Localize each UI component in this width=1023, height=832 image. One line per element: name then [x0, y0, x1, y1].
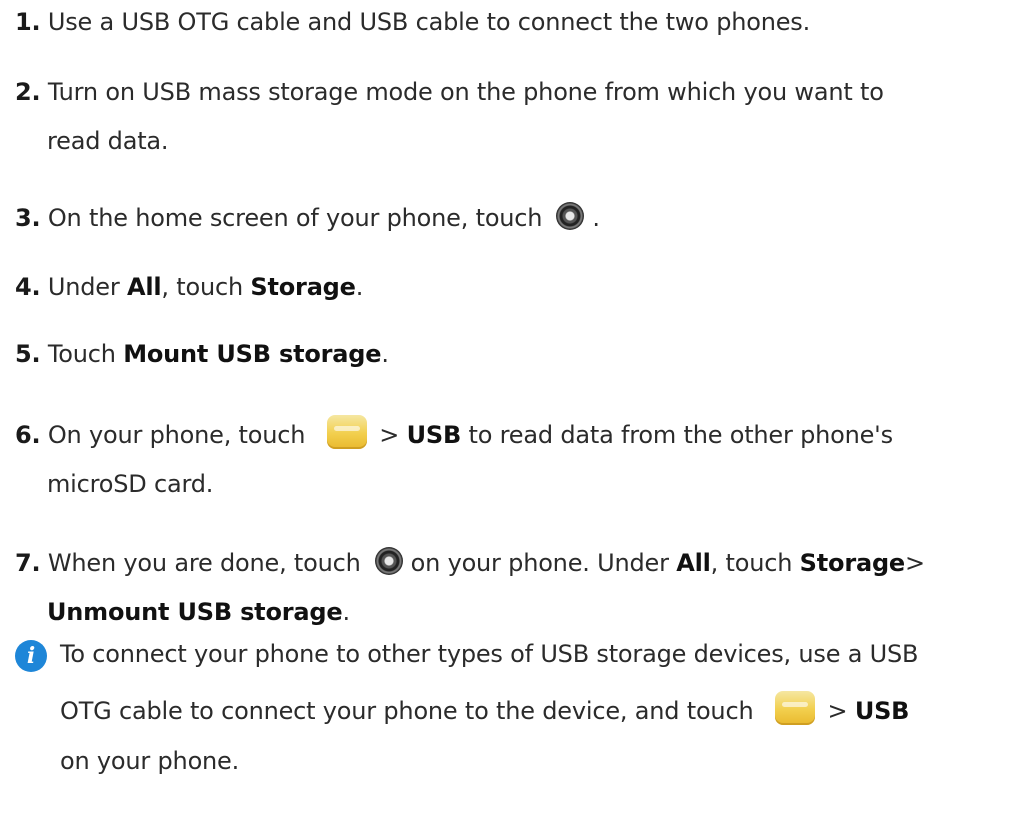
note-line-2: OTG cable to connect your phone to the d… [60, 691, 910, 729]
step-number: 4. [15, 273, 41, 301]
step-text: microSD card. [47, 470, 214, 498]
step-text-end: . [381, 340, 389, 368]
files-icon [327, 415, 368, 449]
step-text: Under [47, 273, 120, 301]
step-1: 1. Use a USB OTG cable and USB cable to … [15, 6, 810, 38]
step-text: , touch [161, 273, 243, 301]
option-usb: USB [854, 697, 910, 725]
note-line-3: on your phone. [60, 745, 239, 777]
step-number: 1. [15, 8, 41, 36]
step-number: 7. [15, 549, 41, 577]
step-text: , touch [710, 549, 793, 577]
step-4: 4. Under All, touch Storage. [15, 271, 363, 303]
step-number: 5. [15, 340, 41, 368]
step-number: 2. [15, 78, 41, 106]
step-text: Use a USB OTG cable and USB cable to con… [47, 8, 811, 36]
step-text: On your phone, touch [47, 421, 306, 449]
info-icon: i [15, 640, 47, 672]
instructions-document: 1. Use a USB OTG cable and USB cable to … [0, 0, 1023, 832]
option-unmount-usb-storage: Unmount USB storage [47, 598, 343, 626]
menu-all: All [126, 273, 162, 301]
step-text: On the home screen of your phone, touch [47, 204, 543, 232]
step-2-continued: read data. [47, 125, 169, 157]
step-number: 6. [15, 421, 41, 449]
gear-icon [556, 202, 585, 230]
menu-all: All [676, 549, 711, 577]
note-line-1: To connect your phone to other types of … [60, 638, 919, 670]
option-usb: USB [406, 421, 462, 449]
note-text: To connect your phone to other types of … [60, 640, 919, 668]
step-2: 2. Turn on USB mass storage mode on the … [15, 76, 884, 108]
note-text: OTG cable to connect your phone to the d… [60, 697, 754, 725]
path-separator: > [379, 421, 400, 449]
step-6: 6. On your phone, touch > USB to read dat… [15, 415, 894, 453]
step-text-end: . [355, 273, 364, 301]
gear-icon [374, 547, 403, 575]
step-text: Turn on USB mass storage mode on the pho… [47, 78, 884, 106]
menu-storage: Storage [250, 273, 356, 301]
step-6-continued: microSD card. [47, 468, 213, 500]
step-text: to read data from the other phone's [468, 421, 894, 449]
step-text-end: . [342, 598, 350, 626]
path-separator: > [905, 549, 925, 577]
path-separator: > [827, 697, 848, 725]
step-text: on your phone. Under [410, 549, 669, 577]
step-number: 3. [15, 204, 41, 232]
step-3: 3. On the home screen of your phone, tou… [15, 202, 600, 234]
step-text-end: . [592, 204, 600, 232]
step-text: Touch [47, 340, 116, 368]
note-text: on your phone. [60, 747, 240, 775]
step-7-continued: Unmount USB storage. [47, 596, 350, 628]
step-7: 7. When you are done, touch on your phone… [15, 547, 925, 579]
option-mount-usb-storage: Mount USB storage [123, 340, 382, 368]
step-text: read data. [47, 127, 169, 155]
menu-storage: Storage [799, 549, 906, 577]
files-icon [775, 691, 816, 725]
step-5: 5. Touch Mount USB storage. [15, 338, 389, 370]
step-text: When you are done, touch [47, 549, 361, 577]
